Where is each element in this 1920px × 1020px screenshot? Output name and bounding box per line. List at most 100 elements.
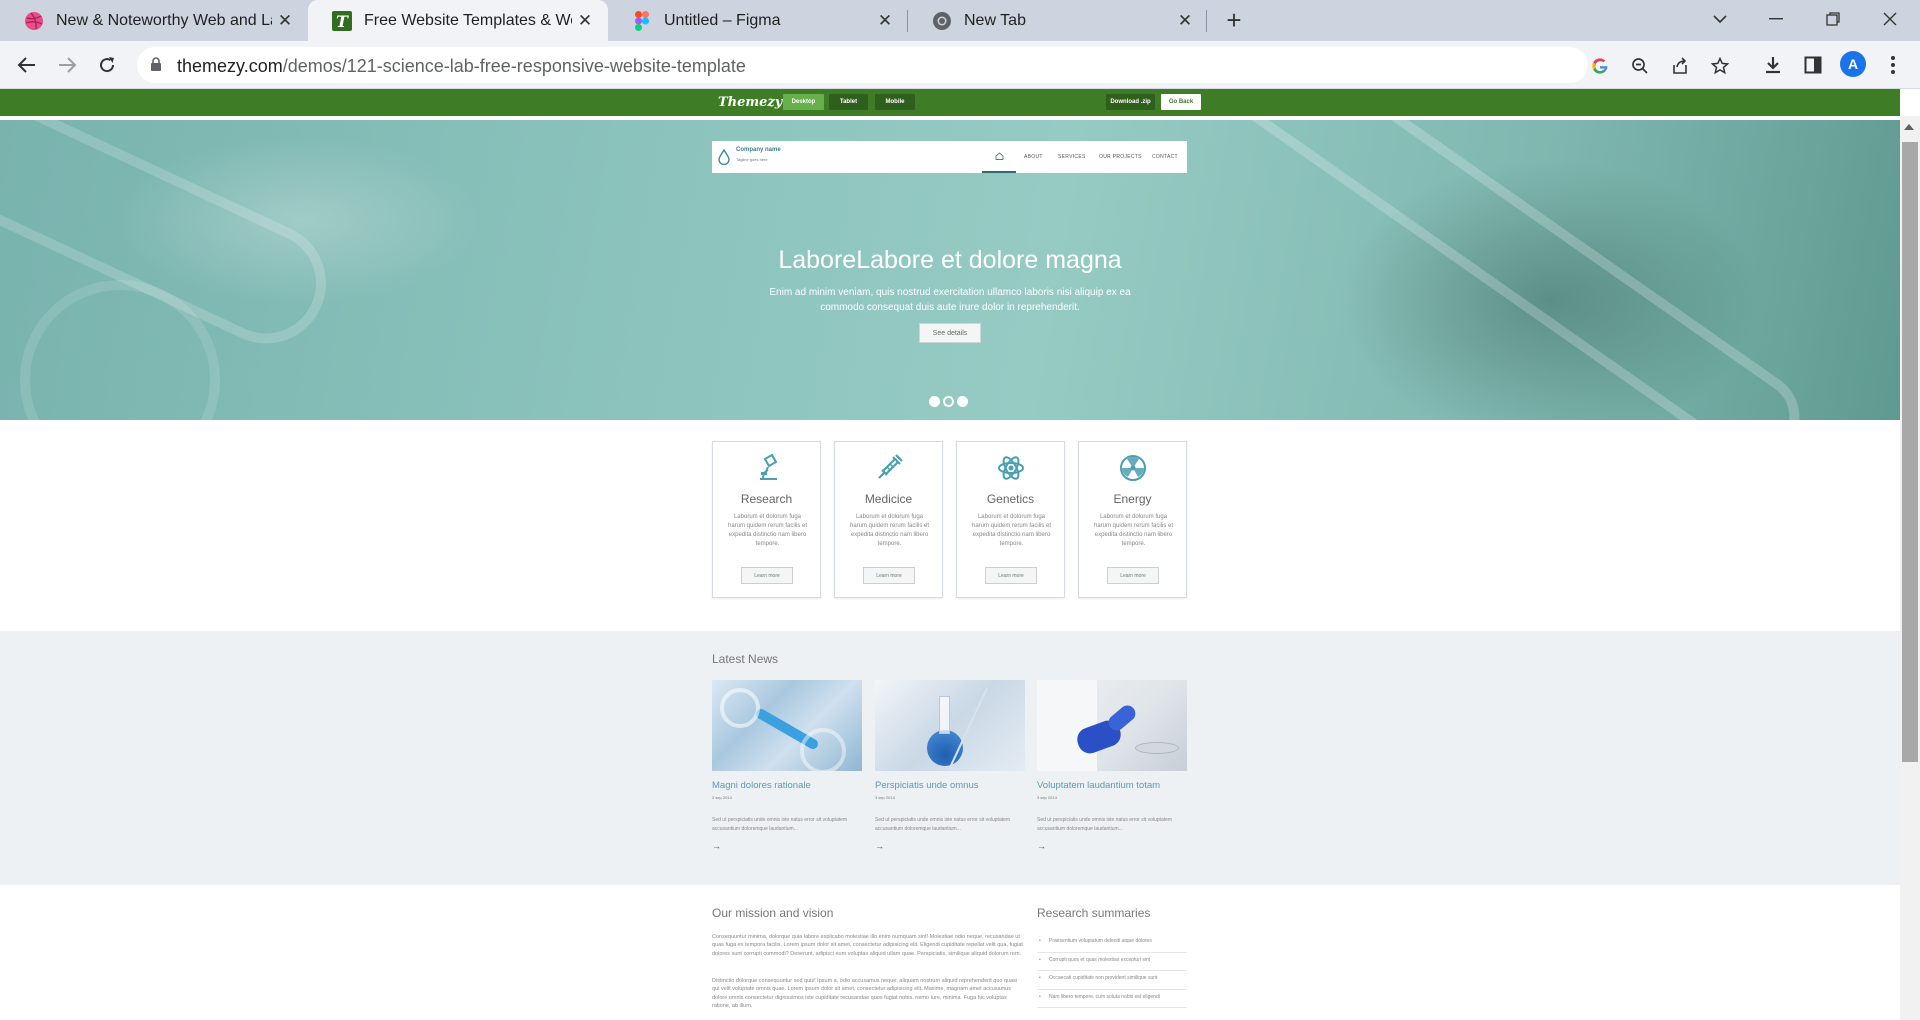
tab-new-tab[interactable]: New Tab ✕ — [908, 0, 1208, 41]
forward-arrow-icon[interactable] — [51, 49, 83, 81]
service-text: Laborum et dolorum fuga harum quidem rer… — [727, 514, 808, 547]
drop-logo-icon[interactable] — [718, 148, 730, 170]
back-arrow-icon[interactable] — [11, 49, 43, 81]
summary-item[interactable]: Nam libero tempore, cum soluta nobis est… — [1037, 990, 1187, 1008]
restore-icon[interactable] — [1805, 0, 1861, 38]
side-panel-icon[interactable] — [1800, 52, 1826, 78]
service-text: Laborum et dolorum fuga harum quidem rer… — [1093, 514, 1174, 547]
nav-home[interactable] — [982, 141, 1016, 173]
read-more-arrow-icon[interactable]: → — [712, 841, 721, 851]
themezy-demo-bar: Themezy Desktop Tablet Mobile Download .… — [0, 89, 1900, 116]
atom-icon — [998, 456, 1024, 480]
news-title[interactable]: Voluptatem laudantium totam — [1037, 780, 1160, 791]
summary-item[interactable]: Occaecati cupiditate non provident simil… — [1037, 971, 1187, 990]
tab-strip: New & Noteworthy Web and Landing Pages ✕… — [0, 0, 1920, 41]
new-tab-plus-icon[interactable]: + — [1221, 7, 1247, 34]
test-tube-image[interactable] — [712, 680, 862, 771]
news-title[interactable]: Magni dolores rationale — [712, 780, 811, 791]
service-card-energy: Energy Laborum et dolorum fuga harum qui… — [1078, 441, 1187, 598]
news-date: 3 sep 2014 — [1037, 795, 1057, 800]
tab-figma[interactable]: Untitled – Figma ✕ — [608, 0, 908, 41]
hero-background-decor — [1142, 120, 1818, 420]
mobile-view-button[interactable]: Mobile — [875, 94, 915, 110]
slider-dot-active[interactable] — [943, 396, 954, 407]
slider-dot[interactable] — [929, 396, 940, 407]
company-name[interactable]: Company name — [736, 147, 781, 153]
close-tab-icon[interactable]: ✕ — [272, 8, 298, 34]
scroll-up-arrow-icon[interactable] — [1904, 124, 1914, 130]
radiation-icon — [1120, 455, 1146, 481]
tab-search-chevron-icon[interactable] — [1692, 0, 1748, 38]
news-date: 3 sep 2014 — [712, 795, 732, 800]
news-item: Perspiciatis unde omnus 3 sep 2014 Sed u… — [875, 680, 1025, 851]
flask-neck-shape — [939, 696, 950, 734]
hero-text: Enim ad minim veniam, quis nostrud exerc… — [769, 287, 1131, 313]
svg-text:T: T — [336, 12, 349, 31]
themezy-logo-icon: T — [332, 10, 352, 31]
nav-about[interactable]: ABOUT — [1024, 154, 1043, 160]
site-header: Company name Tagline goes here ABOUT SER… — [712, 141, 1187, 173]
news-title[interactable]: Perspiciatis unde omnus — [875, 780, 979, 791]
chrome-icon — [932, 11, 952, 31]
service-card-medicice: Medicice Laborum et dolorum fuga harum q… — [834, 441, 943, 598]
tab-title: New & Noteworthy Web and Landing Pages — [56, 11, 272, 29]
mission-paragraph: Distinctio dolorque consequuntur sed qui… — [712, 978, 1018, 1009]
summary-item[interactable]: Corrupti quos et quas molestias exceptur… — [1037, 953, 1187, 971]
desktop-view-button[interactable]: Desktop — [783, 94, 824, 110]
share-icon[interactable] — [1669, 55, 1691, 77]
download-zip-button[interactable]: Download .zip — [1106, 94, 1155, 110]
tab-dribbble[interactable]: New & Noteworthy Web and Landing Pages ✕ — [0, 0, 308, 41]
flask-image[interactable] — [875, 680, 1025, 771]
nav-services[interactable]: SERVICES — [1058, 154, 1086, 160]
more-menu-icon[interactable] — [1880, 52, 1906, 78]
see-details-button[interactable]: See details — [919, 323, 981, 343]
lock-icon[interactable] — [150, 57, 162, 77]
news-excerpt: Sed ut perspiciatis unde omnis iste natu… — [712, 817, 848, 832]
url-path: /demos/121-science-lab-free-responsive-w… — [282, 56, 746, 76]
learn-more-button[interactable]: Learn more — [863, 567, 915, 584]
go-back-button[interactable]: Go Back — [1161, 94, 1201, 110]
address-bar[interactable]: themezy.com/demos/121-science-lab-free-r… — [137, 47, 1729, 83]
service-card-research: Research Laborum et dolorum fuga harum q… — [712, 441, 821, 598]
slider-dots — [929, 396, 968, 407]
scrollbar-thumb[interactable] — [1902, 142, 1918, 762]
summary-item[interactable]: Praesentium voluptatum deleniti atque do… — [1037, 934, 1187, 953]
reload-icon[interactable] — [91, 49, 123, 81]
syringe-icon — [878, 454, 903, 479]
profile-avatar[interactable]: A — [1840, 51, 1866, 77]
url-text[interactable]: themezy.com/demos/121-science-lab-free-r… — [177, 56, 746, 77]
learn-more-button[interactable]: Learn more — [741, 567, 793, 584]
download-icon[interactable] — [1760, 52, 1786, 78]
tab-themezy[interactable]: T Free Website Templates & WordPress The… — [308, 0, 608, 41]
themezy-logo[interactable]: Themezy — [718, 95, 782, 110]
close-window-icon[interactable] — [1862, 0, 1918, 38]
news-heading: Latest News — [712, 652, 779, 666]
nav-contact[interactable]: CONTACT — [1152, 154, 1178, 160]
scientist-image[interactable] — [1037, 680, 1187, 771]
home-icon — [995, 152, 1003, 160]
close-tab-icon[interactable]: ✕ — [572, 8, 598, 34]
slider-dot[interactable] — [957, 396, 968, 407]
learn-more-button[interactable]: Learn more — [1107, 567, 1159, 584]
tablet-view-button[interactable]: Tablet — [829, 94, 868, 110]
minimize-icon[interactable] — [1748, 0, 1804, 38]
bubble-shape — [720, 688, 760, 728]
bookmark-star-icon[interactable] — [1709, 55, 1731, 77]
summaries-heading: Research summaries — [1037, 906, 1151, 920]
close-tab-icon[interactable]: ✕ — [1172, 8, 1198, 34]
read-more-arrow-icon[interactable]: → — [1037, 841, 1046, 851]
zoom-icon[interactable] — [1629, 55, 1651, 77]
news-excerpt: Sed ut perspiciatis unde omnis iste natu… — [1037, 817, 1173, 832]
read-more-arrow-icon[interactable]: → — [875, 841, 884, 851]
tab-title: New Tab — [964, 11, 1026, 29]
microscope-icon — [760, 453, 778, 480]
dribbble-icon — [24, 11, 44, 31]
nav-our-projects[interactable]: OUR PROJECTS — [1099, 154, 1142, 160]
company-tagline: Tagline goes here — [736, 157, 768, 162]
close-tab-icon[interactable]: ✕ — [872, 8, 898, 34]
service-title: Energy — [1113, 492, 1152, 506]
learn-more-button[interactable]: Learn more — [985, 567, 1037, 584]
mission-heading: Our mission and vision — [712, 906, 834, 920]
tab-title: Free Website Templates & WordPress Theme… — [364, 11, 572, 29]
google-icon[interactable] — [1589, 55, 1611, 77]
